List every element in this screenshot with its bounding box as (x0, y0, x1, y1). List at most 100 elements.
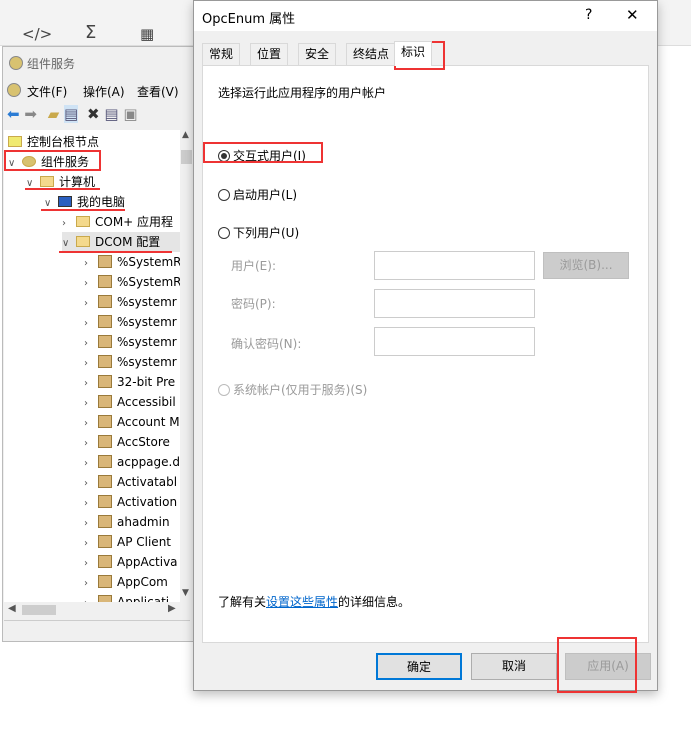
user-input[interactable] (374, 251, 535, 280)
app-menu-icon[interactable] (7, 83, 21, 97)
tree-item-dcom-app[interactable]: › %SystemR (84, 252, 180, 272)
password-label: 密码(P): (231, 297, 276, 311)
highlight-underline (59, 251, 172, 253)
tree-item-dcom-app[interactable]: › Activation (84, 492, 177, 512)
chevron-right-icon[interactable]: › (84, 274, 98, 294)
chevron-right-icon[interactable]: › (84, 534, 98, 554)
ok-button[interactable]: 确定 (376, 653, 462, 680)
chevron-right-icon[interactable]: › (84, 374, 98, 394)
browse-button[interactable]: 浏览(B)... (543, 252, 629, 279)
tree-item-dcom-app[interactable]: › Activatabl (84, 472, 177, 492)
tree-item-dcom-app[interactable]: › Accessibil (84, 392, 176, 412)
folder-icon (76, 236, 90, 247)
forward-icon[interactable]: ➡ (24, 105, 37, 123)
sigma-icon[interactable]: Σ (85, 22, 96, 43)
chevron-right-icon[interactable]: › (84, 474, 98, 494)
confirm-password-label: 确认密码(N): (231, 337, 302, 351)
chevron-right-icon[interactable]: › (84, 554, 98, 574)
package-icon (98, 455, 112, 468)
tree-item-dcom-app[interactable]: › %SystemR (84, 272, 180, 292)
highlight-box (203, 142, 323, 163)
tab-location[interactable]: 位置 (250, 43, 289, 65)
tab-general[interactable]: 常规 (202, 43, 241, 65)
radio-system-account[interactable]: 系统帐户(仅用于服务)(S) (218, 381, 367, 398)
chevron-right-icon[interactable]: › (84, 574, 98, 594)
tree-item-dcom-app[interactable]: › acppage.d (84, 452, 180, 472)
info-link[interactable]: 设置这些属性 (266, 595, 338, 609)
tree-item-dcom-app[interactable]: › ahadmin (84, 512, 170, 532)
delete-icon[interactable]: ✖ (87, 105, 100, 123)
chevron-right-icon[interactable]: › (84, 594, 98, 602)
tree-item-dcom-app[interactable]: › %systemr (84, 312, 177, 332)
chevron-right-icon[interactable]: › (84, 394, 98, 414)
confirm-password-input[interactable] (374, 327, 535, 356)
tab-endpoints[interactable]: 终结点 (346, 43, 397, 65)
password-input[interactable] (374, 289, 535, 318)
package-icon (98, 255, 112, 268)
package-icon (98, 515, 112, 528)
tree-vertical-scrollbar[interactable]: ▲ ▼ (180, 130, 193, 602)
scroll-down-icon[interactable]: ▼ (182, 588, 189, 598)
component-services-icon (9, 56, 23, 70)
chevron-right-icon[interactable]: › (84, 514, 98, 534)
code-icon[interactable]: </> (22, 25, 52, 43)
scroll-thumb[interactable] (22, 605, 56, 615)
tree-item-com-plus[interactable]: › COM+ 应用程 (62, 212, 173, 232)
tab-identity[interactable]: 标识 (394, 41, 433, 66)
help-button[interactable]: ? (585, 7, 592, 23)
chevron-right-icon[interactable]: › (84, 294, 98, 314)
chevron-right-icon[interactable]: › (84, 314, 98, 334)
chevron-right-icon[interactable]: › (84, 434, 98, 454)
chevron-down-icon[interactable]: ∨ (44, 194, 58, 214)
show-hide-tree-icon[interactable]: ▤ (64, 105, 79, 123)
radio-this-user[interactable]: 下列用户(U) (218, 224, 299, 241)
root-icon (8, 136, 22, 147)
menu-file[interactable]: 文件(F) (27, 83, 67, 100)
folder-icon (76, 216, 90, 227)
tree-horizontal-scrollbar[interactable]: ◀ ▶ (4, 602, 180, 618)
tree-item-dcom-app[interactable]: › AP Client (84, 532, 171, 552)
chevron-right-icon[interactable]: › (84, 494, 98, 514)
tree-item-dcom-app[interactable]: › AccStore (84, 432, 170, 452)
package-icon (98, 295, 112, 308)
console-tree: 控制台根节点 ∨ 组件服务 ∨ 计算机 ∨ 我的电脑 › COM+ 应用程 ∨ DCOM … (4, 130, 180, 602)
tree-item-dcom-app[interactable]: › %systemr (84, 292, 177, 312)
prompt-text: 选择运行此应用程序的用户帐户 (218, 86, 387, 100)
tree-item-dcom-app[interactable]: › %systemr (84, 352, 177, 372)
package-icon (98, 355, 112, 368)
package-icon (98, 555, 112, 568)
menu-view[interactable]: 查看(V) (137, 83, 179, 100)
chevron-right-icon[interactable]: › (84, 414, 98, 434)
chevron-right-icon[interactable]: › (62, 214, 76, 234)
tree-item-dcom-app[interactable]: › AppActiva (84, 552, 178, 572)
back-icon[interactable]: ⬅ (7, 105, 20, 123)
radio-icon (218, 227, 230, 239)
computer-icon (58, 196, 72, 207)
tab-security[interactable]: 安全 (298, 43, 337, 65)
scroll-up-icon[interactable]: ▲ (182, 130, 189, 140)
refresh-icon[interactable]: ▣ (123, 105, 137, 123)
tree-item-dcom-config[interactable]: ∨ DCOM 配置 (62, 232, 180, 252)
tree-item-dcom-app[interactable]: › Account M (84, 412, 180, 432)
properties-icon[interactable]: ▤ (104, 105, 118, 123)
chevron-right-icon[interactable]: › (84, 454, 98, 474)
radio-launching-user[interactable]: 启动用户(L) (218, 186, 297, 203)
menu-action[interactable]: 操作(A) (83, 83, 125, 100)
tree-item-dcom-app[interactable]: › AppCom (84, 572, 168, 592)
chevron-down-icon[interactable]: ∨ (26, 174, 40, 194)
chevron-right-icon[interactable]: › (84, 354, 98, 374)
scroll-thumb[interactable] (181, 150, 192, 164)
tree-item-dcom-app[interactable]: › %systemr (84, 332, 177, 352)
close-button[interactable]: ✕ (626, 6, 639, 24)
tree-item-root[interactable]: 控制台根节点 (8, 132, 99, 152)
cancel-button[interactable]: 取消 (471, 653, 557, 680)
scroll-left-icon[interactable]: ◀ (8, 603, 16, 614)
chevron-right-icon[interactable]: › (84, 254, 98, 274)
scroll-right-icon[interactable]: ▶ (168, 603, 176, 614)
up-folder-icon[interactable]: ▰ (48, 105, 60, 123)
chevron-right-icon[interactable]: › (84, 334, 98, 354)
tree-item-dcom-app[interactable]: › 32-bit Pre (84, 372, 175, 392)
dialog-title: OpcEnum 属性 (202, 12, 296, 27)
tree-item-dcom-app[interactable]: ›Applicati (84, 592, 169, 602)
table-icon[interactable]: ▦ (140, 25, 154, 43)
